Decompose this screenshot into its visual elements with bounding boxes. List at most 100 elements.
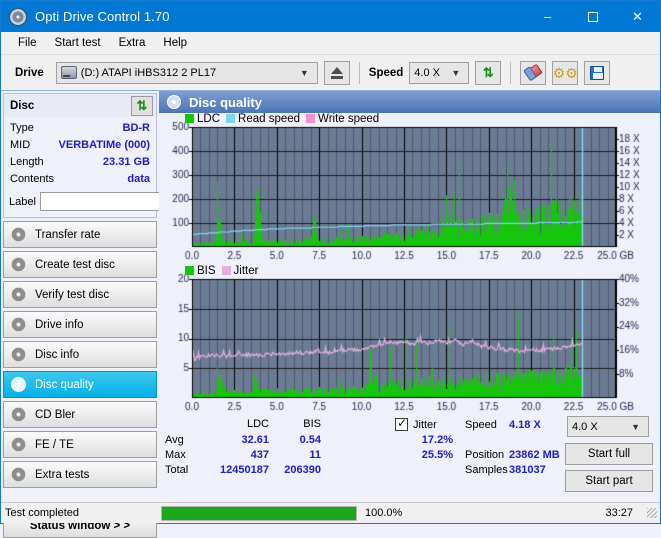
start-part-button[interactable]: Start part	[565, 470, 653, 492]
disc-row-value: data	[127, 173, 150, 185]
refresh-icon: ⇅	[482, 64, 494, 80]
stats-row-total: Total	[165, 464, 189, 476]
legend-label: Jitter	[233, 265, 259, 277]
sidebar-item-cd-bler[interactable]: CD Bler	[3, 401, 157, 428]
start-full-button[interactable]: Start full	[565, 443, 653, 465]
disc-row-type: Type BD-R	[9, 120, 151, 137]
disc-row-mid: MID VERBATIMe (000)	[9, 137, 151, 154]
sidebar-item-disc-quality[interactable]: Disc quality	[3, 371, 157, 398]
refresh-drive-button[interactable]: ⇅	[475, 60, 502, 85]
content-area: Disc ⇅ Type BD-R MID VERBATIMe (000) Len…	[1, 91, 660, 538]
statistics-panel: LDC BIS Avg Max Total 32.61 437 12450187…	[159, 414, 660, 498]
save-button[interactable]	[584, 60, 611, 85]
menu-item-start-test[interactable]: Start test	[46, 34, 110, 52]
toolbar-divider-1	[358, 61, 360, 84]
speed-select[interactable]: 4.0 X ▼	[409, 61, 470, 84]
stats-row-avg: Avg	[165, 434, 184, 446]
status-text: Test completed	[5, 507, 79, 519]
chevron-down-icon: ▼	[451, 67, 461, 78]
legend-swatch	[185, 114, 194, 123]
disc-icon	[11, 377, 26, 392]
chevron-down-icon: ▼	[299, 67, 309, 78]
stats-bis-avg: 0.54	[299, 434, 321, 446]
legend-label: LDC	[197, 113, 221, 125]
chart-legend-top: LDC Read speed Write speed	[185, 113, 379, 125]
app-window: Opti Drive Control 1.70 – ✕ File Start t…	[0, 0, 661, 538]
disc-icon	[11, 407, 26, 422]
close-button[interactable]: ✕	[615, 1, 660, 32]
disc-icon	[11, 227, 26, 242]
speed-select-value: 4.0 X	[414, 66, 440, 79]
ldc-plot-canvas	[159, 113, 656, 265]
sidebar-item-label: Disc quality	[35, 378, 94, 391]
menu-item-extra[interactable]: Extra	[110, 34, 155, 52]
sidebar: Disc ⇅ Type BD-R MID VERBATIMe (000) Len…	[1, 91, 242, 538]
bis-plot-canvas	[159, 265, 656, 418]
drive-select[interactable]: (D:) ATAPI iHBS312 2 PL17 ▼	[55, 61, 318, 84]
sidebar-item-transfer-rate[interactable]: Transfer rate	[3, 221, 157, 248]
ldc-read-speed-chart: LDC Read speed Write speed	[159, 113, 660, 265]
disc-panel-body: Type BD-R MID VERBATIMe (000) Length 23.…	[3, 117, 242, 218]
progress-fill	[162, 506, 356, 520]
refresh-icon: ⇅	[136, 97, 148, 113]
sidebar-item-label: CD Bler	[35, 408, 76, 421]
legend-item: BIS	[185, 265, 216, 277]
sidebar-item-create-test-disc[interactable]: Create test disc	[3, 251, 157, 278]
sidebar-item-verify-test-disc[interactable]: Verify test disc	[3, 281, 157, 308]
disc-icon	[11, 287, 26, 302]
sidebar-item-label: Disc info	[35, 348, 80, 361]
toolbar-divider-2	[510, 61, 512, 84]
disc-row-contents: Contents data	[9, 171, 151, 188]
legend-label: Write speed	[318, 113, 380, 125]
sidebar-item-label: Transfer rate	[35, 228, 101, 241]
maximize-button[interactable]	[570, 1, 615, 32]
stats-bis-total: 206390	[284, 464, 321, 476]
minimize-button[interactable]: –	[525, 1, 570, 32]
resize-grip-icon[interactable]	[647, 508, 657, 518]
speed-label: Speed	[368, 66, 404, 79]
legend-item: Write speed	[306, 113, 379, 125]
disc-icon	[11, 437, 26, 452]
speed-stat-value: 4.18 X	[509, 419, 541, 431]
jitter-checkbox[interactable]	[395, 416, 408, 431]
window-title: Opti Drive Control 1.70	[35, 9, 170, 24]
settings-button[interactable]: ⚙⚙	[552, 60, 579, 85]
legend-label: Read speed	[238, 113, 301, 125]
gears-icon: ⚙⚙	[552, 64, 578, 81]
stats-bis-max: 11	[309, 449, 321, 461]
stats-col-bis: BIS	[303, 418, 321, 430]
chart-legend-bottom: BIS Jitter	[185, 265, 258, 277]
menu-item-help[interactable]: Help	[154, 34, 196, 52]
disc-icon	[11, 467, 26, 482]
sidebar-item-drive-info[interactable]: Drive info	[3, 311, 157, 338]
disc-refresh-button[interactable]: ⇅	[131, 95, 153, 116]
progress-bar	[161, 505, 357, 521]
speed-stat-label: Speed	[465, 419, 497, 431]
legend-swatch	[185, 266, 194, 275]
sidebar-item-label: Verify test disc	[35, 288, 110, 301]
jitter-label: Jitter	[413, 419, 437, 431]
legend-swatch	[226, 114, 236, 123]
disc-panel-header: Disc ⇅	[3, 93, 157, 117]
sidebar-item-extra-tests[interactable]: Extra tests	[3, 461, 157, 488]
disc-row-value: VERBATIMe (000)	[58, 139, 150, 151]
drive-toolbar: Drive (D:) ATAPI iHBS312 2 PL17 ▼ Speed …	[1, 55, 660, 91]
sidebar-item-fe-te[interactable]: FE / TE	[3, 431, 157, 458]
samples-stat-label: Samples	[465, 464, 508, 476]
disc-row-value: BD-R	[122, 122, 151, 134]
sidebar-item-disc-info[interactable]: Disc info	[3, 341, 157, 368]
progress-percent: 100.0%	[365, 507, 403, 519]
legend-label: BIS	[197, 265, 216, 277]
test-speed-select[interactable]: 4.0 X ▼	[567, 416, 649, 437]
app-icon	[9, 7, 27, 26]
legend-item: LDC	[185, 113, 220, 125]
erase-disc-button[interactable]	[520, 60, 547, 85]
disc-label-row: Label	[9, 191, 242, 212]
menu-item-file[interactable]: File	[9, 34, 46, 52]
stats-col-ldc: LDC	[246, 418, 269, 430]
disc-label-key: Label	[9, 195, 36, 208]
disc-panel-title: Disc	[10, 99, 35, 112]
eject-button[interactable]	[323, 60, 350, 85]
drive-icon	[60, 66, 77, 79]
legend-swatch	[306, 114, 316, 123]
